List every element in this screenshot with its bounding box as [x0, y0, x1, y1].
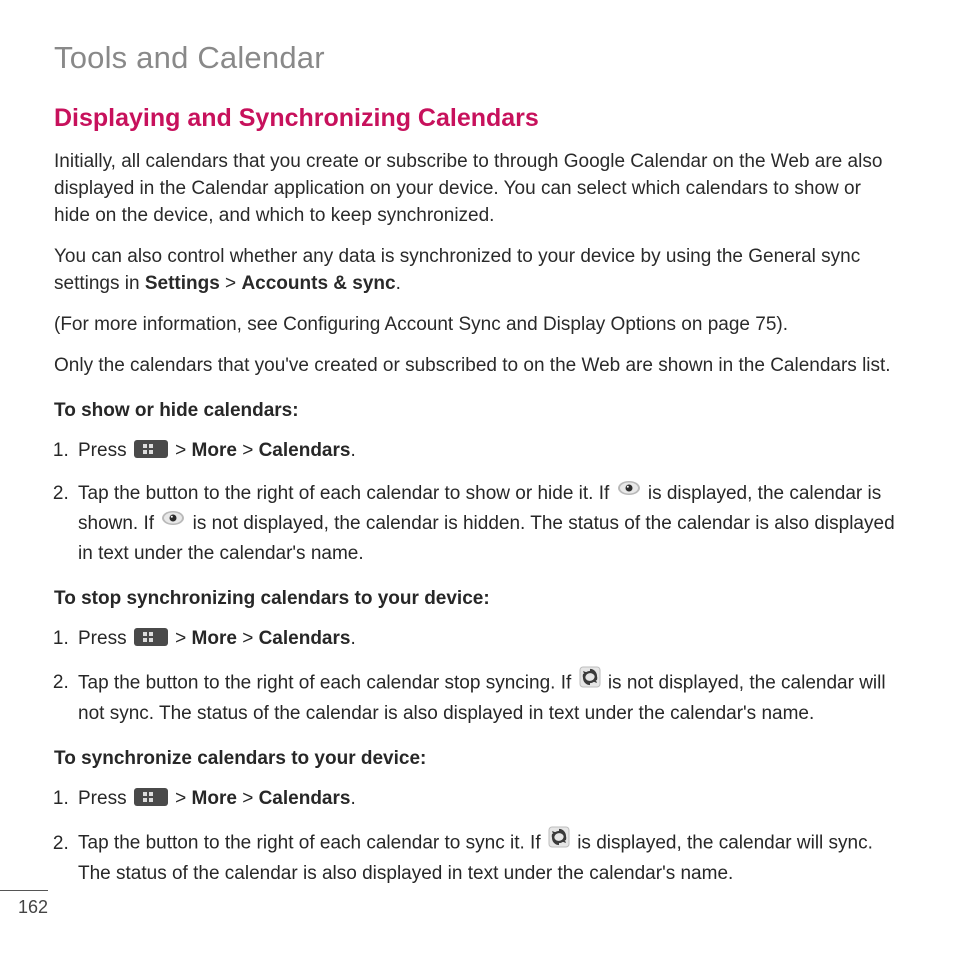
text-fragment: is not displayed, the calendar is hidden…	[78, 513, 895, 564]
text-fragment: Press	[78, 628, 132, 649]
accounts-sync-label: Accounts & sync	[241, 273, 395, 294]
text-fragment: .	[350, 440, 355, 461]
menu-button-icon	[134, 440, 168, 458]
steps-stop-sync: Press > More > Calendars. Tap the button…	[54, 624, 900, 728]
calendars-label: Calendars	[259, 440, 351, 461]
sync-icon	[579, 666, 601, 697]
steps-sync: Press > More > Calendars. Tap the button…	[54, 784, 900, 888]
more-label: More	[192, 788, 237, 809]
intro-paragraph-1: Initially, all calendars that you create…	[54, 149, 900, 230]
text-fragment: >	[237, 440, 259, 461]
settings-label: Settings	[145, 273, 220, 294]
step-item: Press > More > Calendars.	[74, 436, 900, 465]
text-fragment: >	[175, 440, 191, 461]
cross-reference: (For more information, see Configuring A…	[54, 312, 900, 339]
sync-icon	[548, 826, 570, 857]
text-fragment: Tap the button to the right of each cale…	[78, 672, 577, 693]
chapter-title: Tools and Calendar	[54, 40, 900, 76]
step-item: Press > More > Calendars.	[74, 624, 900, 653]
text-fragment: >	[237, 788, 259, 809]
page-footer: 162	[0, 890, 954, 918]
text-fragment: .	[350, 628, 355, 649]
eye-icon	[161, 507, 185, 536]
menu-button-icon	[134, 788, 168, 806]
step-item: Press > More > Calendars.	[74, 784, 900, 813]
steps-show-hide: Press > More > Calendars. Tap the button…	[54, 436, 900, 568]
step-item: Tap the button to the right of each cale…	[74, 668, 900, 729]
text-fragment: >	[237, 628, 259, 649]
subheading-stop-sync: To stop synchronizing calendars to your …	[54, 588, 900, 610]
more-label: More	[192, 628, 237, 649]
text-fragment: Tap the button to the right of each cale…	[78, 483, 615, 504]
calendars-label: Calendars	[259, 628, 351, 649]
text-fragment: Press	[78, 440, 132, 461]
manual-page: Tools and Calendar Displaying and Synchr…	[0, 0, 954, 954]
text-fragment: Press	[78, 788, 132, 809]
text-fragment: >	[220, 273, 242, 294]
text-fragment: >	[175, 788, 191, 809]
intro-paragraph-2: You can also control whether any data is…	[54, 244, 900, 298]
step-item: Tap the button to the right of each cale…	[74, 828, 900, 889]
page-number: 162	[18, 897, 954, 918]
eye-icon	[617, 477, 641, 506]
section-title: Displaying and Synchronizing Calendars	[54, 104, 900, 133]
menu-button-icon	[134, 628, 168, 646]
calendars-label: Calendars	[259, 788, 351, 809]
text-fragment: .	[396, 273, 401, 294]
subheading-sync: To synchronize calendars to your device:	[54, 748, 900, 770]
more-label: More	[192, 440, 237, 461]
text-fragment: .	[350, 788, 355, 809]
footer-rule	[0, 890, 48, 891]
text-fragment: Tap the button to the right of each cale…	[78, 833, 546, 854]
text-fragment: >	[175, 628, 191, 649]
step-item: Tap the button to the right of each cale…	[74, 479, 900, 568]
subheading-show-hide: To show or hide calendars:	[54, 400, 900, 422]
note-paragraph: Only the calendars that you've created o…	[54, 353, 900, 380]
